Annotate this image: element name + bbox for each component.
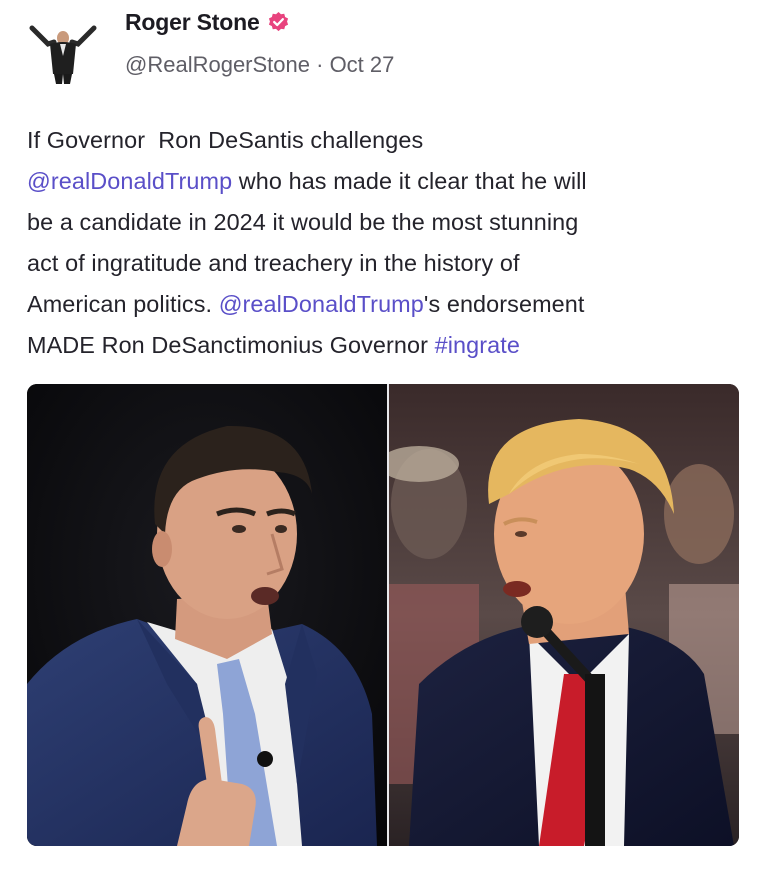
post-text-line: American politics. @realDonaldTrump's en… xyxy=(27,284,747,325)
author-name-row: Roger Stone xyxy=(125,9,290,36)
text-segment: be a candidate in 2024 it would be the m… xyxy=(27,209,579,235)
post-media[interactable] xyxy=(27,384,739,846)
post-text-line: MADE Ron DeSanctimonius Governor #ingrat… xyxy=(27,325,747,366)
text-segment: If Governor Ron DeSantis challenges xyxy=(27,127,424,153)
author-meta-row: @RealRogerStone · Oct 27 xyxy=(125,52,394,78)
post-text: If Governor Ron DeSantis challenges @rea… xyxy=(27,120,747,366)
post-date[interactable]: Oct 27 xyxy=(330,52,395,77)
post-card: Roger Stone @RealRogerStone · Oct 27 If … xyxy=(0,0,765,872)
hashtag-link[interactable]: #ingrate xyxy=(435,332,520,358)
author-handle[interactable]: @RealRogerStone xyxy=(125,52,310,77)
photo-desantis[interactable] xyxy=(27,384,387,846)
text-segment: act of ingratitude and treachery in the … xyxy=(27,250,520,276)
photo-trump[interactable] xyxy=(389,384,739,846)
mention-link[interactable]: @realDonaldTrump xyxy=(27,168,232,194)
post-text-line: If Governor Ron DeSantis challenges xyxy=(27,120,747,161)
text-segment: American politics. xyxy=(27,291,219,317)
text-segment: 's endorsement xyxy=(423,291,585,317)
post-text-line: be a candidate in 2024 it would be the m… xyxy=(27,202,747,243)
meta-separator: · xyxy=(310,52,330,77)
text-segment: who has made it clear that he will xyxy=(232,168,587,194)
post-text-line: act of ingratitude and treachery in the … xyxy=(27,243,747,284)
verified-badge-icon xyxy=(267,11,290,34)
text-segment: MADE Ron DeSanctimonius Governor xyxy=(27,332,435,358)
mention-link[interactable]: @realDonaldTrump xyxy=(219,291,424,317)
author-display-name[interactable]: Roger Stone xyxy=(125,9,260,36)
post-text-line: @realDonaldTrump who has made it clear t… xyxy=(27,161,747,202)
author-avatar[interactable] xyxy=(26,22,100,84)
